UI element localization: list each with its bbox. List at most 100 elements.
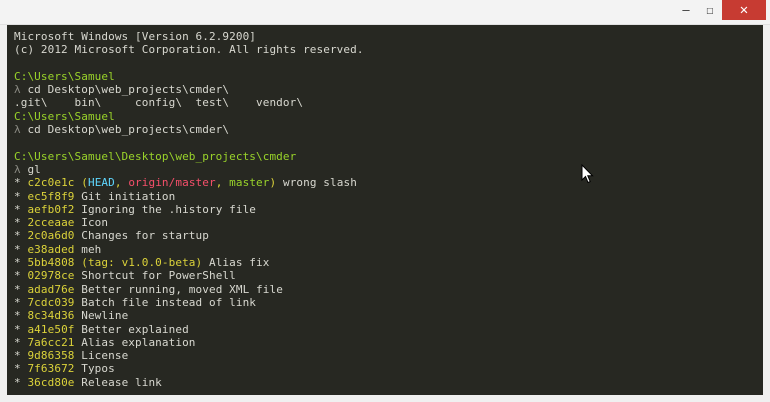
- title-bar[interactable]: — ☐ ✕: [0, 0, 770, 25]
- console-text-segment: Icon: [74, 216, 109, 230]
- console-text-segment: Changes for startup: [74, 229, 209, 243]
- console-text-segment: meh: [74, 242, 102, 256]
- console-line-log15: * 7f63672 Typos: [14, 362, 364, 375]
- console-text-segment: Typos: [74, 362, 115, 376]
- console-text-segment: *: [14, 176, 28, 190]
- maximize-button[interactable]: ☐: [698, 0, 722, 20]
- console-text-segment: *: [14, 229, 28, 243]
- console-text-segment: *: [14, 295, 28, 309]
- console-output-area[interactable]: Microsoft Windows [Version 6.2.9200] (c) …: [7, 25, 763, 395]
- console-text-segment: *: [14, 309, 28, 323]
- console-text-segment: ,: [215, 176, 230, 190]
- console-text-segment: *: [14, 216, 28, 230]
- console-text-segment: a41e50f: [27, 322, 75, 336]
- console-text-segment: cd Desktop\web_projects\cmder\: [27, 83, 230, 97]
- console-text-segment: ,: [114, 176, 129, 190]
- console-text-segment: *: [14, 269, 28, 283]
- window-controls: — ☐ ✕: [674, 0, 766, 20]
- console-text-segment: Microsoft Windows [Version 6.2.9200]: [14, 30, 257, 43]
- console-text-segment: ec5f8f9: [27, 189, 75, 203]
- console-text-segment: C:\Users\Samuel: [14, 109, 115, 123]
- console-line-path2: C:\Users\Samuel: [14, 110, 364, 123]
- console-text-segment: λ: [14, 123, 28, 137]
- console-text-segment: Release link: [74, 375, 162, 389]
- minimize-icon: —: [682, 3, 690, 17]
- console-text-segment: License: [74, 349, 129, 363]
- console-text-segment: *: [14, 375, 28, 389]
- console-text-segment: Better explained: [74, 322, 189, 336]
- console-line-log14: * 9d86358 License: [14, 349, 364, 362]
- maximize-icon: ☐: [706, 3, 714, 17]
- console-line-log11: * 8c34d36 Newline: [14, 309, 364, 322]
- console-line-log4: * 2cceaae Icon: [14, 216, 364, 229]
- console-line-blank1: [14, 57, 364, 70]
- console-line-log9: * adad76e Better running, moved XML file: [14, 283, 364, 296]
- console-text-segment: wrong slash: [276, 176, 357, 190]
- console-line-log2: * ec5f8f9 Git initiation: [14, 190, 364, 203]
- console-text-segment: Shortcut for PowerShell: [74, 269, 236, 283]
- console-text-segment: Git initiation: [74, 189, 176, 203]
- console-line-log7: * 5bb4808 (tag: v1.0.0-beta) Alias fix: [14, 256, 364, 269]
- console-lines: Microsoft Windows [Version 6.2.9200] (c) …: [14, 30, 364, 389]
- mouse-pointer-icon: [581, 164, 594, 184]
- console-line-path1: C:\Users\Samuel: [14, 70, 364, 83]
- console-text-segment: Newline: [74, 309, 129, 323]
- console-text-segment: 2cceaae: [27, 216, 75, 230]
- console-line-banner1: Microsoft Windows [Version 6.2.9200]: [14, 30, 364, 43]
- console-line-ls1: .git\ bin\ config\ test\ vendor\: [14, 96, 364, 109]
- console-line-cmd2: λ cd Desktop\web_projects\cmder\: [14, 123, 364, 136]
- console-text-segment: C:\Users\Samuel\Desktop\web_projects\cmd…: [14, 149, 297, 163]
- close-button[interactable]: ✕: [722, 0, 766, 20]
- console-text-segment: Batch file instead of link: [74, 295, 257, 309]
- console-text-segment: 8c34d36: [27, 309, 75, 323]
- console-text-segment: (: [74, 176, 88, 190]
- console-text-segment: Ignoring the .history file: [74, 202, 257, 216]
- console-text-segment: (tag: v1.0.0-beta): [74, 256, 203, 270]
- console-text-segment: 02978ce: [27, 269, 75, 283]
- console-text-segment: 7f63672: [27, 362, 75, 376]
- console-text-segment: Alias explanation: [74, 335, 196, 349]
- console-text-segment: master: [229, 176, 270, 190]
- close-icon: ✕: [739, 2, 749, 18]
- console-line-cmd1: λ cd Desktop\web_projects\cmder\: [14, 83, 364, 96]
- console-text-segment: *: [14, 335, 28, 349]
- console-text-segment: *: [14, 189, 28, 203]
- console-text-segment: origin/master: [128, 176, 216, 190]
- console-text-segment: aefb0f2: [27, 202, 75, 216]
- console-line-log8: * 02978ce Shortcut for PowerShell: [14, 269, 364, 282]
- console-text-segment: gl: [27, 162, 41, 176]
- console-text-segment: 9d86358: [27, 349, 75, 363]
- console-text-segment: .git\ bin\ config\ test\ vendor\: [14, 96, 304, 110]
- console-text-segment: e38aded: [27, 242, 75, 256]
- console-text-segment: HEAD: [87, 176, 115, 190]
- console-text-segment: *: [14, 362, 28, 376]
- console-text-segment: *: [14, 322, 28, 336]
- console-text-segment: λ: [14, 162, 28, 176]
- console-text-segment: adad76e: [27, 282, 75, 296]
- console-text-segment: *: [14, 349, 28, 363]
- console-line-cmd3: λ gl: [14, 163, 364, 176]
- console-text-segment: 5bb4808: [27, 256, 75, 270]
- console-line-log12: * a41e50f Better explained: [14, 323, 364, 336]
- console-line-log3: * aefb0f2 Ignoring the .history file: [14, 203, 364, 216]
- console-line-path3: C:\Users\Samuel\Desktop\web_projects\cmd…: [14, 150, 364, 163]
- minimize-button[interactable]: —: [674, 0, 698, 20]
- console-line-log6: * e38aded meh: [14, 243, 364, 256]
- console-line-log13: * 7a6cc21 Alias explanation: [14, 336, 364, 349]
- cmder-window: — ☐ ✕ Microsoft Windows [Version 6.2.920…: [0, 0, 770, 402]
- console-line-log1: * c2c0e1c (HEAD, origin/master, master) …: [14, 176, 364, 189]
- console-text-segment: 7a6cc21: [27, 335, 75, 349]
- console-text-segment: *: [14, 256, 28, 270]
- console-text-segment: *: [14, 242, 28, 256]
- console-text-segment: Alias fix: [202, 256, 270, 270]
- console-text-segment: *: [14, 202, 28, 216]
- console-text-segment: *: [14, 282, 28, 296]
- console-text-segment: λ: [14, 83, 28, 97]
- console-text-segment: c2c0e1c: [27, 176, 75, 190]
- console-text-segment: cd Desktop\web_projects\cmder\: [27, 123, 230, 137]
- console-text-segment: Better running, moved XML file: [74, 282, 283, 296]
- console-line-banner2: (c) 2012 Microsoft Corporation. All righ…: [14, 43, 364, 56]
- console-text-segment: 7cdc039: [27, 295, 75, 309]
- console-line-log5: * 2c0a6d0 Changes for startup: [14, 229, 364, 242]
- console-text-segment: (c) 2012 Microsoft Corporation. All righ…: [14, 43, 364, 57]
